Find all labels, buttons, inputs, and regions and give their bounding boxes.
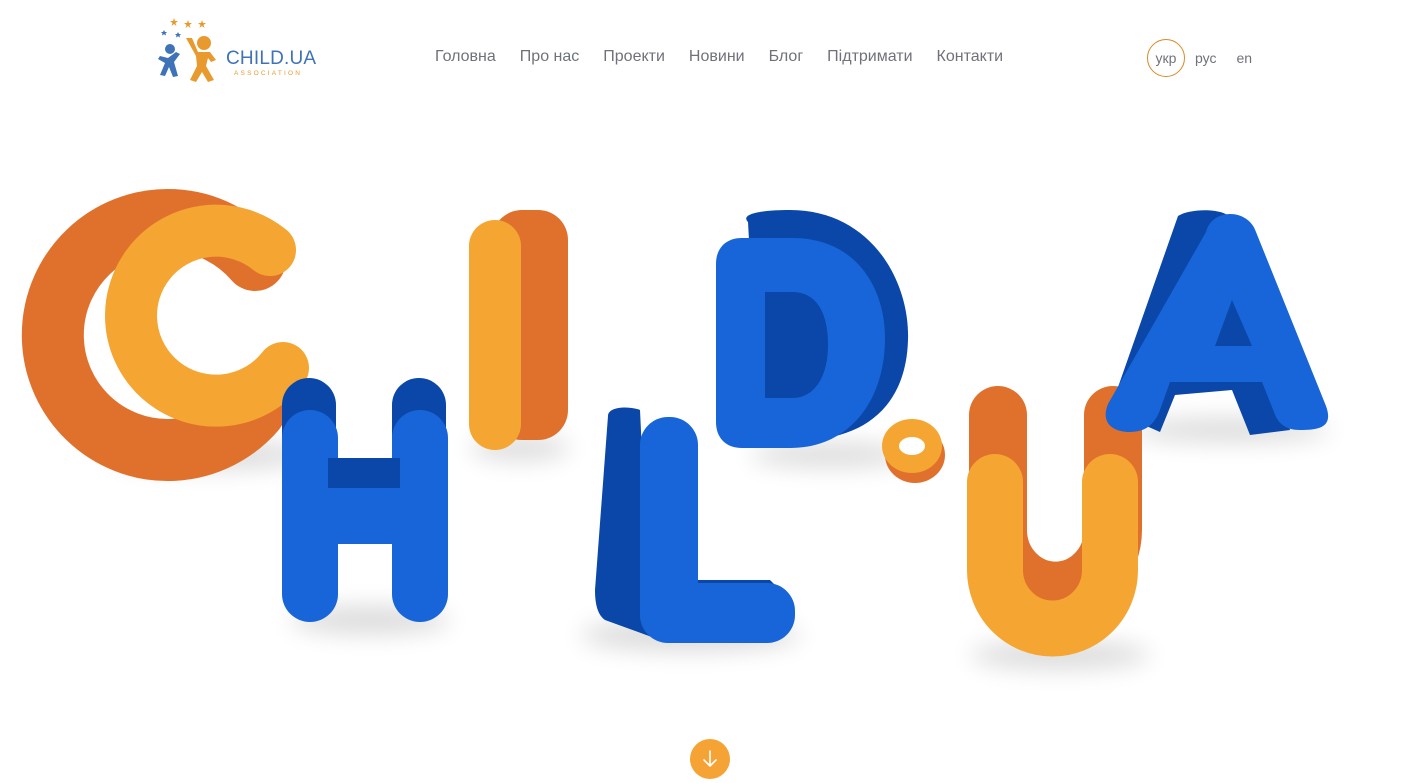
logo-kids-icon xyxy=(158,18,216,82)
letter-d xyxy=(716,210,909,448)
letter-u xyxy=(967,386,1142,657)
nav-item-news[interactable]: Новини xyxy=(689,48,745,66)
nav-item-projects[interactable]: Проекти xyxy=(603,48,665,66)
nav-item-contacts[interactable]: Контакти xyxy=(937,48,1004,66)
lang-ukr[interactable]: укр xyxy=(1147,39,1185,77)
letter-a xyxy=(1105,210,1329,435)
nav-item-home[interactable]: Головна xyxy=(435,48,496,66)
nav-item-blog[interactable]: Блог xyxy=(769,48,804,66)
language-switcher: укр рус en xyxy=(1147,38,1252,78)
nav-item-support[interactable]: Підтримати xyxy=(827,48,912,66)
brand-subtitle: ASSOCIATION xyxy=(234,70,303,77)
hero-banner xyxy=(0,110,1421,730)
brand-logo[interactable]: CHILD.UA ASSOCIATION xyxy=(156,16,326,86)
lang-en[interactable]: en xyxy=(1236,50,1252,66)
nav-item-about[interactable]: Про нас xyxy=(520,48,579,66)
brand-name: CHILD.UA xyxy=(226,48,317,69)
lang-rus[interactable]: рус xyxy=(1195,50,1216,66)
hero-3d-letters xyxy=(21,189,1330,669)
letter-c xyxy=(21,189,309,481)
letter-dot xyxy=(882,419,945,483)
letter-i xyxy=(469,210,568,450)
letter-h xyxy=(282,378,448,622)
arrow-down-icon xyxy=(703,750,717,767)
main-nav: Головна Про нас Проекти Новини Блог Підт… xyxy=(435,48,1003,66)
site-header: CHILD.UA ASSOCIATION Головна Про нас Про… xyxy=(0,0,1421,110)
scroll-down-button[interactable] xyxy=(690,739,730,779)
